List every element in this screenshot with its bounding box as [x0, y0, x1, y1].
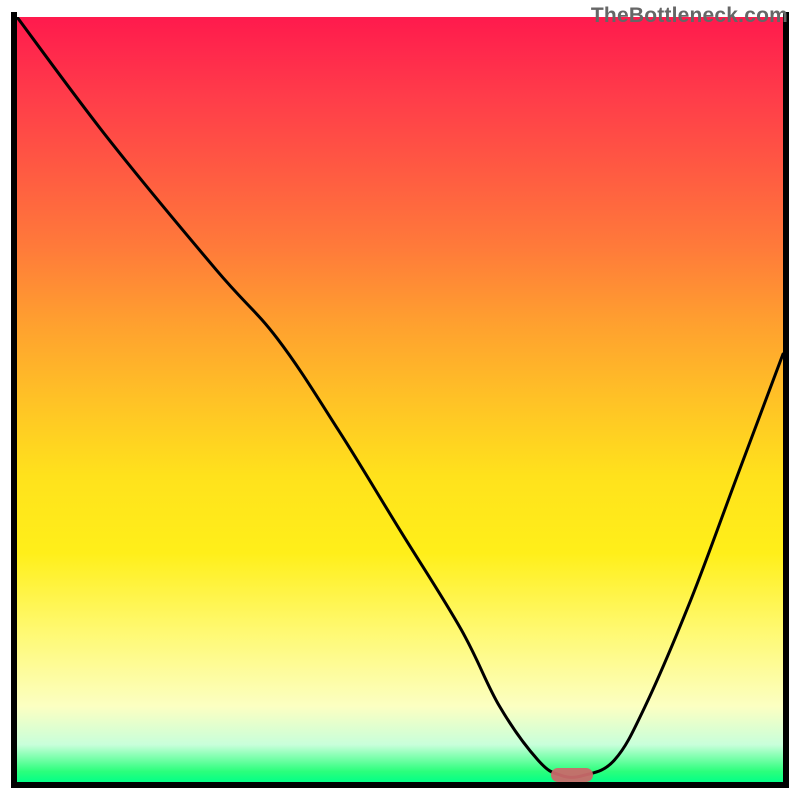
watermark-text: TheBottleneck.com	[591, 4, 788, 28]
axis-right	[783, 12, 789, 788]
axis-bottom	[11, 782, 789, 788]
bottleneck-curve	[17, 17, 783, 783]
optimal-marker	[551, 768, 593, 782]
chart-container: TheBottleneck.com	[0, 0, 800, 800]
axis-left	[11, 12, 17, 788]
plot-area	[17, 17, 783, 783]
